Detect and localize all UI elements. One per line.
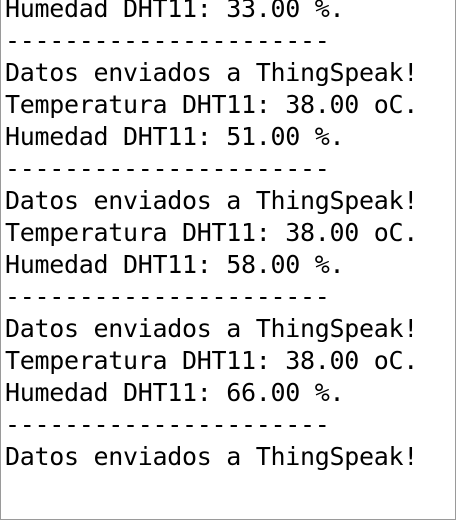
serial-output-text: Humedad DHT11: 33.00 %. ----------------… — [5, 0, 418, 473]
output-line-sent: Datos enviados a ThingSpeak! — [5, 442, 419, 471]
output-line-humidity: Humedad DHT11: 66.00 %. — [5, 378, 345, 407]
output-line-sent: Datos enviados a ThingSpeak! — [5, 314, 419, 343]
output-line-temperature: Temperatura DHT11: 38.00 oC. — [5, 346, 419, 375]
output-line-separator: ---------------------- — [5, 282, 330, 311]
output-line-separator: ---------------------- — [5, 410, 330, 439]
output-line-humidity: Humedad DHT11: 33.00 %. — [5, 0, 345, 23]
output-line-temperature: Temperatura DHT11: 38.00 oC. — [5, 218, 419, 247]
serial-monitor-output: Humedad DHT11: 33.00 %. ----------------… — [0, 0, 456, 520]
output-line-humidity: Humedad DHT11: 58.00 %. — [5, 250, 345, 279]
output-line-separator: ---------------------- — [5, 154, 330, 183]
output-line-temperature: Temperatura DHT11: 38.00 oC. — [5, 90, 419, 119]
output-line-sent: Datos enviados a ThingSpeak! — [5, 58, 419, 87]
output-line-separator: ---------------------- — [5, 26, 330, 55]
output-line-sent: Datos enviados a ThingSpeak! — [5, 186, 419, 215]
output-line-humidity: Humedad DHT11: 51.00 %. — [5, 122, 345, 151]
